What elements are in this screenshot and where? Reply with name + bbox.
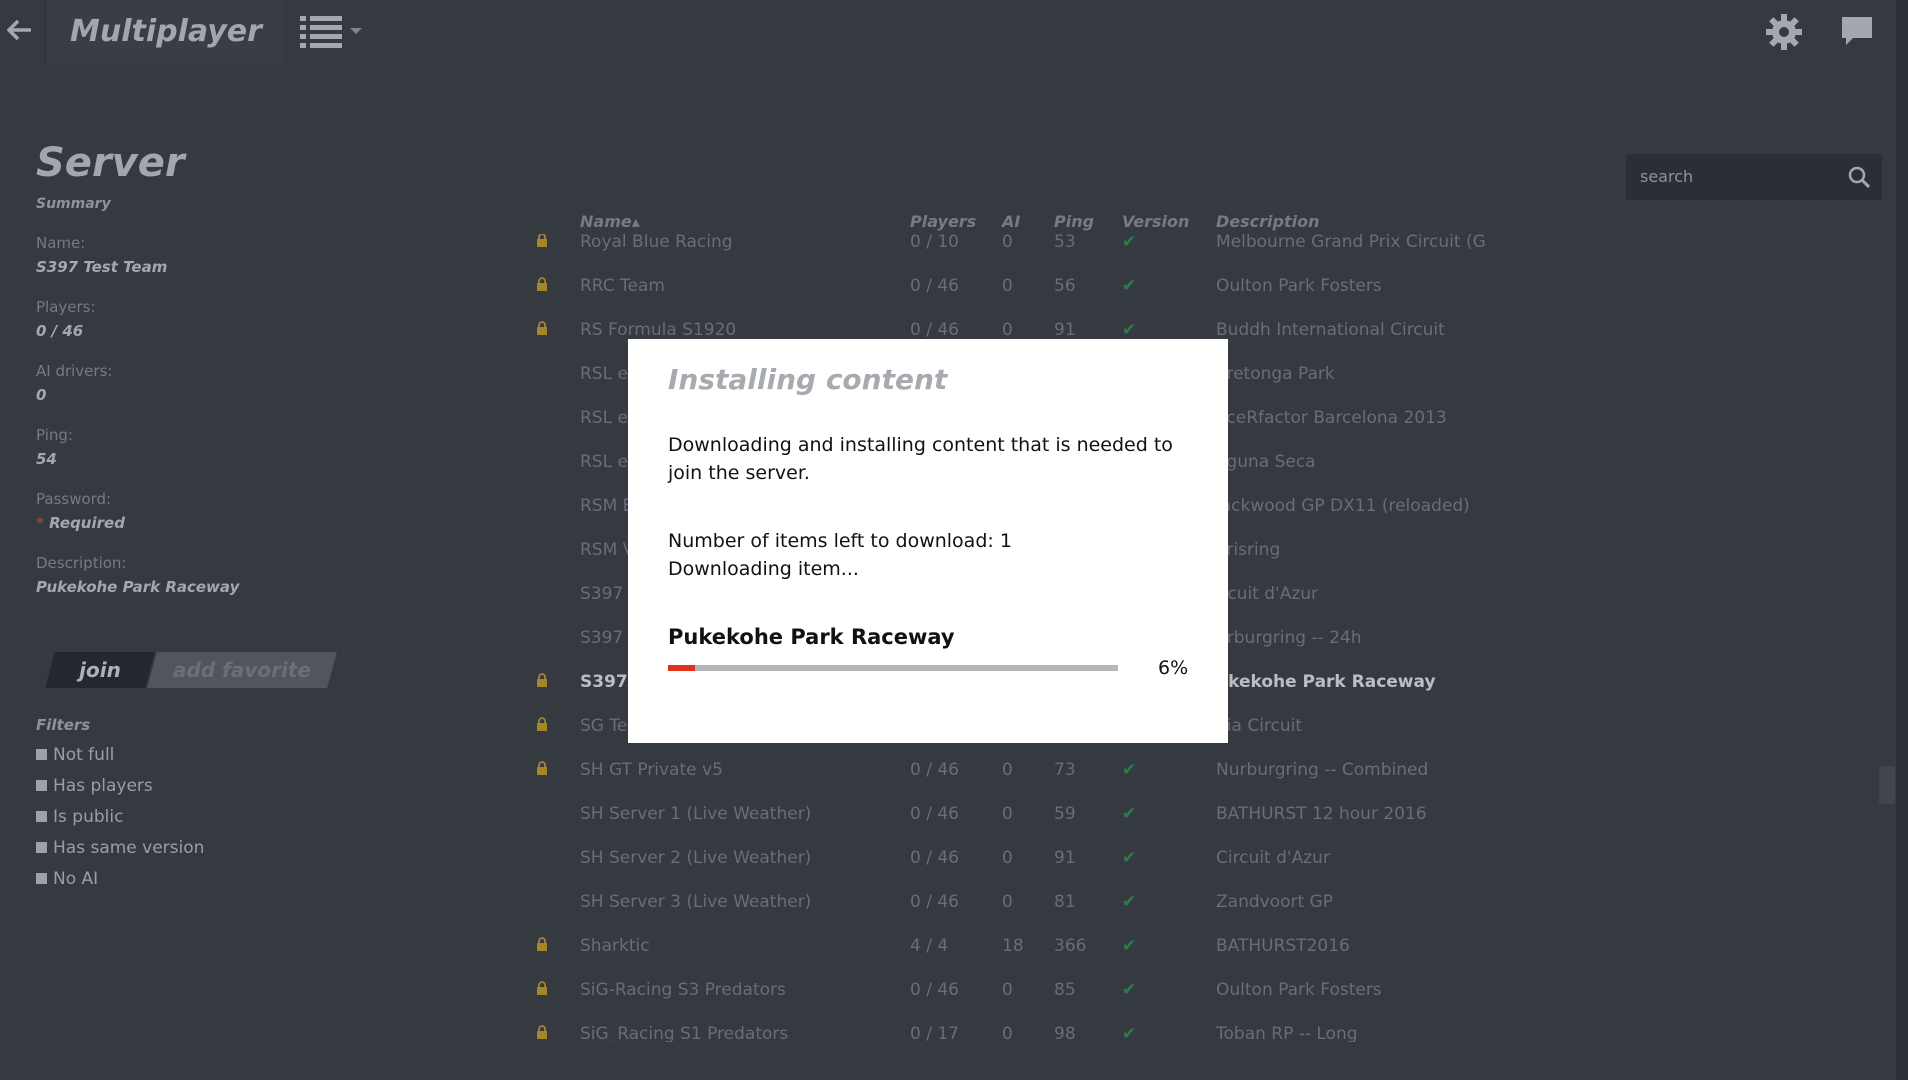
download-status: Number of items left to download: 1 Down…	[668, 527, 1012, 583]
installing-content-dialog: Installing content Downloading and insta…	[628, 339, 1228, 743]
download-progress-bar	[668, 665, 1118, 671]
items-left-text: Number of items left to download: 1	[668, 530, 1012, 552]
download-item-name: Pukekohe Park Raceway	[668, 625, 955, 649]
dialog-message: Downloading and installing content that …	[668, 434, 1173, 484]
download-progress-fill	[668, 665, 695, 671]
download-progress-percent: 6%	[1158, 657, 1189, 679]
downloading-text: Downloading item...	[668, 558, 859, 580]
dialog-title: Installing content	[668, 363, 948, 396]
